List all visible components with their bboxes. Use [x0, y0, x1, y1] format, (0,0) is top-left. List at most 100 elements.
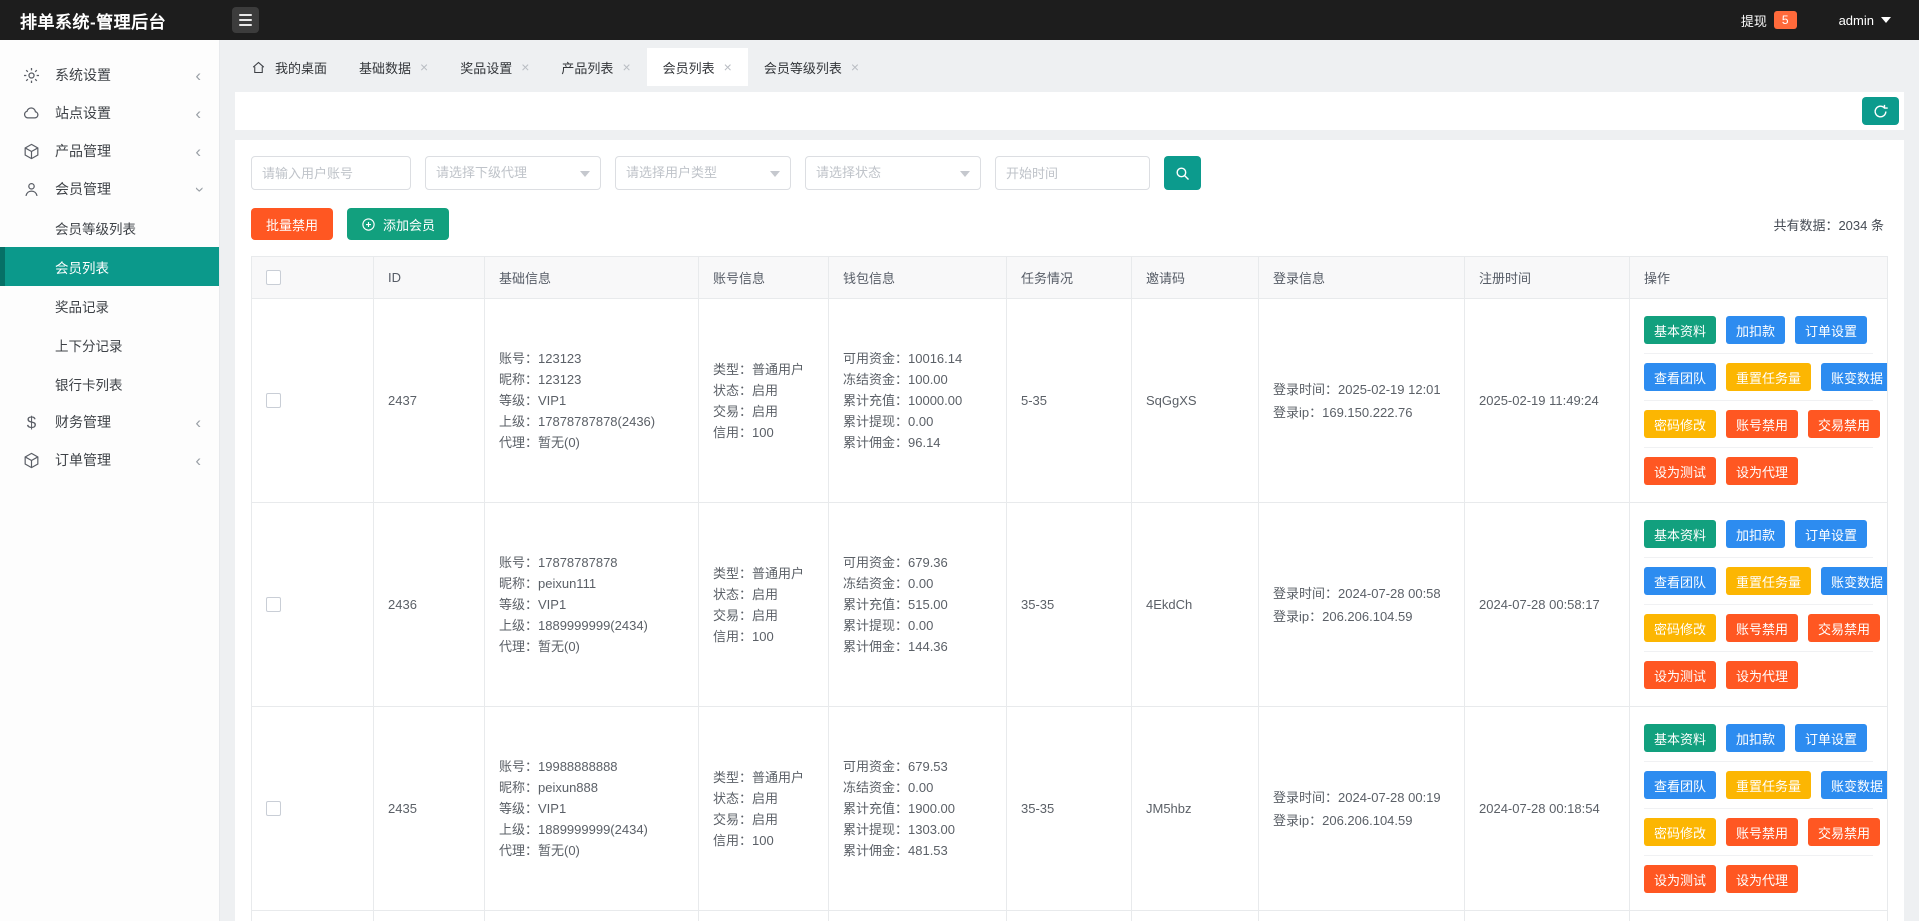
- toolbar-row: 批量禁用 添加会员 共有数据：2034 条: [251, 208, 1888, 240]
- user-menu[interactable]: admin: [1839, 13, 1891, 28]
- set-as-agent-button[interactable]: 设为代理: [1726, 661, 1799, 689]
- add-deduct-funds-button[interactable]: 加扣款: [1726, 520, 1786, 548]
- status-select[interactable]: 请选择状态: [805, 156, 981, 190]
- change-password-button[interactable]: 密码修改: [1644, 614, 1717, 642]
- basic-info-cell: 账号：123123 昵称：123123 等级：VIP1 上级：17878787878(…: [484, 298, 699, 503]
- actions-cell: 基本资料加扣款订单设置查看团队重置任务量账变数据密码修改账号禁用交易禁用设为测试…: [1629, 502, 1888, 707]
- disable-account-button[interactable]: 账号禁用: [1726, 410, 1799, 438]
- batch-disable-button[interactable]: 批量禁用: [251, 208, 334, 240]
- disable-trading-button[interactable]: 交易禁用: [1808, 614, 1881, 642]
- row-checkbox[interactable]: [266, 597, 281, 612]
- row-checkbox[interactable]: [266, 393, 281, 408]
- tab-item[interactable]: 基础数据 ×: [343, 48, 444, 86]
- member-id: [373, 910, 485, 921]
- order-settings-button[interactable]: 订单设置: [1795, 316, 1868, 344]
- change-password-button[interactable]: 密码修改: [1644, 410, 1717, 438]
- close-icon[interactable]: ×: [521, 59, 529, 75]
- field-text: 累计佣金：96.14: [843, 435, 941, 450]
- sidebar-item[interactable]: 系统设置 ‹: [0, 56, 219, 94]
- close-icon[interactable]: ×: [724, 59, 732, 75]
- sidebar-item-label: 财务管理: [55, 414, 111, 430]
- set-as-agent-button[interactable]: 设为代理: [1726, 865, 1799, 893]
- order-settings-button[interactable]: 订单设置: [1795, 520, 1868, 548]
- start-time-input[interactable]: [995, 156, 1150, 190]
- disable-account-button[interactable]: 账号禁用: [1726, 818, 1799, 846]
- task-status: 5-35: [1006, 298, 1132, 503]
- sidebar-item[interactable]: 站点设置 ‹: [0, 94, 219, 132]
- column-header: 基础信息: [484, 256, 699, 299]
- field-text: 状态：启用: [713, 586, 779, 602]
- sidebar-item[interactable]: 订单管理 ‹: [0, 441, 219, 479]
- sidebar-subitem-label: 上下分记录: [55, 338, 123, 354]
- basic-info-cell: 账号：17878787878 昵称：peixun111 等级：VIP1 上级：1889…: [484, 502, 699, 707]
- disable-trading-button[interactable]: 交易禁用: [1808, 410, 1881, 438]
- sidebar-item-label: 订单管理: [55, 452, 111, 468]
- row-checkbox[interactable]: [266, 801, 281, 816]
- tab-active[interactable]: 会员列表 ×: [646, 48, 748, 86]
- account-change-data-button[interactable]: 账变数据: [1821, 567, 1887, 595]
- close-icon[interactable]: ×: [420, 59, 428, 75]
- field-text: 等级：VIP1: [499, 597, 567, 612]
- sidebar-toggle-button[interactable]: [232, 7, 259, 33]
- reset-task-count-button[interactable]: 重置任务量: [1726, 363, 1812, 391]
- order-settings-button[interactable]: 订单设置: [1795, 724, 1868, 752]
- account-change-data-button[interactable]: 账变数据: [1821, 771, 1887, 799]
- select-all-checkbox[interactable]: [266, 270, 281, 285]
- set-as-test-button[interactable]: 设为测试: [1644, 661, 1717, 689]
- sidebar-subitem[interactable]: 会员列表: [0, 247, 219, 286]
- account-change-data-button[interactable]: 账变数据: [1821, 363, 1887, 391]
- status-select-placeholder: 请选择状态: [816, 165, 882, 180]
- tab-item[interactable]: 产品列表 ×: [545, 48, 646, 86]
- basic-profile-button[interactable]: 基本资料: [1644, 724, 1717, 752]
- field-text: 累计提现：0.00: [843, 414, 934, 429]
- reset-task-count-button[interactable]: 重置任务量: [1726, 567, 1812, 595]
- withdraw-menu[interactable]: 提现 5: [1741, 11, 1797, 30]
- add-member-button[interactable]: 添加会员: [347, 208, 450, 240]
- close-icon[interactable]: ×: [622, 59, 630, 75]
- member-id: 2436: [373, 502, 485, 707]
- sidebar-item[interactable]: 产品管理 ‹: [0, 132, 219, 170]
- tab-item[interactable]: 会员等级列表 ×: [748, 48, 875, 86]
- account-search-input[interactable]: [251, 156, 411, 190]
- view-team-button[interactable]: 查看团队: [1644, 771, 1717, 799]
- sidebar-item-label: 会员管理: [55, 181, 111, 197]
- sidebar-item[interactable]: $ 财务管理 ‹: [0, 403, 219, 441]
- cube-icon: [22, 451, 41, 470]
- field-text: 类型：普通用户: [713, 769, 805, 785]
- sidebar-subitem[interactable]: 上下分记录: [0, 325, 219, 364]
- field-text: 状态：启用: [713, 790, 779, 806]
- search-button[interactable]: [1164, 156, 1201, 190]
- refresh-button[interactable]: [1862, 97, 1899, 125]
- tab-item[interactable]: 奖品设置 ×: [444, 48, 545, 86]
- basic-profile-button[interactable]: 基本资料: [1644, 520, 1717, 548]
- set-as-test-button[interactable]: 设为测试: [1644, 457, 1717, 485]
- disable-account-button[interactable]: 账号禁用: [1726, 614, 1799, 642]
- set-as-test-button[interactable]: 设为测试: [1644, 865, 1717, 893]
- column-header: 登录信息: [1258, 256, 1465, 299]
- field-text: 账号：123123: [499, 351, 582, 366]
- member-id: 2435: [373, 706, 485, 911]
- view-team-button[interactable]: 查看团队: [1644, 363, 1717, 391]
- sidebar-item[interactable]: 会员管理 ‹: [0, 170, 219, 208]
- add-deduct-funds-button[interactable]: 加扣款: [1726, 724, 1786, 752]
- add-deduct-funds-button[interactable]: 加扣款: [1726, 316, 1786, 344]
- table-row: 2435 账号：19988888888 昵称：peixun888 等级：VIP1 上级：…: [251, 706, 1888, 911]
- basic-profile-button[interactable]: 基本资料: [1644, 316, 1717, 344]
- sidebar-subitem[interactable]: 银行卡列表: [0, 364, 219, 403]
- agent-select[interactable]: 请选择下级代理: [425, 156, 601, 190]
- reset-task-count-button[interactable]: 重置任务量: [1726, 771, 1812, 799]
- account-info-cell: 类型：普通用户 状态：启用 交易：启用 信用：100: [698, 502, 829, 707]
- main-content: 我的桌面 基础数据 × 奖品设置 × 产品列表 × 会员列表 × 会员等级列表 × 请选择下级代理 …: [220, 40, 1919, 921]
- sidebar-subitem[interactable]: 会员等级列表: [0, 208, 219, 247]
- set-as-agent-button[interactable]: 设为代理: [1726, 457, 1799, 485]
- view-team-button[interactable]: 查看团队: [1644, 567, 1717, 595]
- close-icon[interactable]: ×: [851, 59, 859, 75]
- member-table: ID 基础信息 账号信息 钱包信息 任务情况 邀请码 登录信息 注册时间 操作 2437 账号：1…: [251, 256, 1888, 921]
- tab-item[interactable]: 我的桌面: [235, 48, 343, 86]
- change-password-button[interactable]: 密码修改: [1644, 818, 1717, 846]
- chevron-left-icon: ‹: [195, 65, 201, 85]
- disable-trading-button[interactable]: 交易禁用: [1808, 818, 1881, 846]
- user-type-select[interactable]: 请选择用户类型: [615, 156, 791, 190]
- add-member-label: 添加会员: [383, 217, 436, 233]
- sidebar-subitem[interactable]: 奖品记录: [0, 286, 219, 325]
